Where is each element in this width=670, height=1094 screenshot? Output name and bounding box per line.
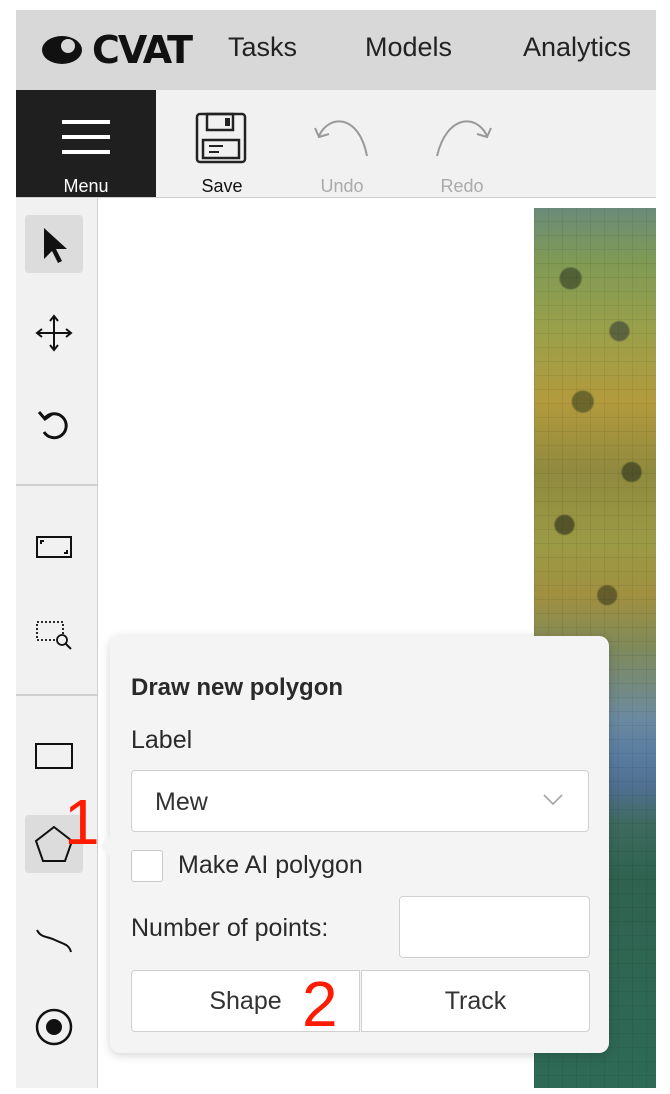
save-label: Save — [201, 176, 243, 196]
redo-icon — [436, 120, 492, 157]
draw-points-icon — [35, 1008, 73, 1046]
logo-eye-icon — [42, 36, 82, 64]
step-1-annotation: 1 — [64, 786, 100, 858]
cursor-icon — [44, 228, 67, 263]
sidebar-divider — [16, 484, 97, 486]
rotate-icon — [37, 411, 68, 440]
draw-polygon-popover: Draw new polygon Label Mew Make AI polyg… — [100, 636, 609, 1053]
popover-title: Draw new polygon — [131, 674, 344, 701]
top-navigation: CVAT Tasks Models Analytics — [16, 10, 656, 90]
label-heading: Label — [131, 726, 193, 754]
undo-button[interactable]: Undo — [287, 90, 397, 197]
undo-label: Undo — [320, 176, 364, 196]
fit-image-tool[interactable] — [25, 518, 83, 576]
cvat-logo[interactable]: CVAT — [40, 28, 193, 72]
nav-tasks[interactable]: Tasks — [228, 30, 297, 64]
redo-button[interactable]: Redo — [407, 90, 517, 197]
logo-text: CVAT — [92, 28, 193, 72]
draw-polyline-icon — [36, 929, 72, 953]
draw-rectangle-tool[interactable] — [25, 726, 83, 784]
redo-label: Redo — [440, 176, 484, 196]
track-button[interactable]: Track — [361, 970, 590, 1032]
annotation-toolbar: Menu Save Undo Redo — [16, 90, 656, 198]
nav-analytics[interactable]: Analytics — [523, 30, 631, 64]
menu-button[interactable]: Menu — [16, 90, 156, 197]
save-icon — [195, 112, 247, 164]
number-of-points-label: Number of points: — [131, 914, 329, 942]
zoom-region-icon — [36, 621, 72, 650]
draw-polyline-tool[interactable] — [25, 906, 83, 964]
move-tool[interactable] — [25, 304, 83, 362]
sidebar-divider — [16, 694, 97, 696]
label-select[interactable]: Mew — [131, 770, 589, 832]
number-of-points-input[interactable] — [399, 896, 590, 958]
save-button[interactable]: Save — [167, 90, 277, 197]
draw-rectangle-icon — [35, 743, 73, 769]
hamburger-icon — [62, 120, 110, 154]
label-select-value: Mew — [155, 788, 208, 816]
step-2-annotation: 2 — [302, 968, 338, 1040]
draw-points-tool[interactable] — [25, 998, 83, 1056]
ai-polygon-label[interactable]: Make AI polygon — [178, 851, 363, 880]
popover-arrow — [100, 836, 110, 856]
nav-models[interactable]: Models — [365, 30, 452, 64]
fit-image-icon — [36, 536, 72, 558]
controls-sidebar — [16, 198, 98, 1088]
chevron-down-icon — [543, 794, 563, 806]
app-window: CVAT Tasks Models Analytics Menu Save Un… — [16, 10, 656, 1088]
cursor-tool[interactable] — [25, 215, 83, 273]
move-icon — [35, 314, 73, 352]
menu-label: Menu — [63, 176, 109, 196]
zoom-region-tool[interactable] — [25, 606, 83, 664]
rotate-tool[interactable] — [25, 396, 83, 454]
ai-polygon-checkbox[interactable] — [131, 850, 163, 882]
undo-icon — [314, 120, 368, 157]
